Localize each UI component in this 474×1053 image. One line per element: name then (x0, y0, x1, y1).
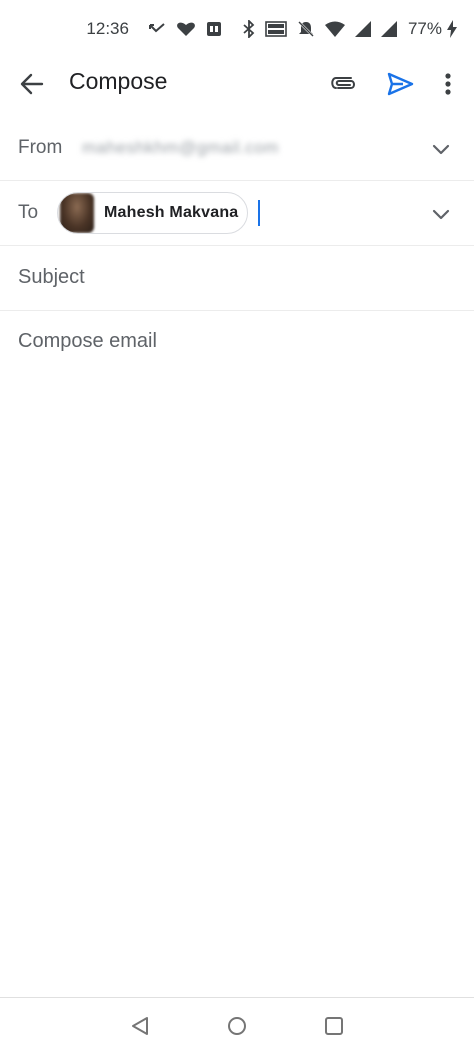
from-email[interactable]: maheshkhm@gmail.com (82, 138, 279, 158)
subject-input[interactable]: Subject (18, 266, 438, 289)
subject-row: Subject (0, 246, 474, 311)
nav-recents-icon[interactable] (322, 1014, 346, 1038)
from-row[interactable]: From maheshkhm@gmail.com (0, 116, 474, 181)
heart-icon (176, 21, 196, 37)
navigation-bar (0, 997, 474, 1053)
from-label: From (18, 137, 63, 158)
avatar (60, 193, 94, 233)
notifications-off-icon (297, 20, 315, 38)
send-icon[interactable] (385, 69, 415, 99)
recipient-chip[interactable]: Mahesh Makvana (57, 192, 248, 234)
text-cursor (258, 200, 260, 226)
page-title: Compose (69, 68, 168, 94)
nav-back-icon[interactable] (128, 1014, 152, 1038)
signal-icon (354, 21, 371, 37)
battery-percent: 77% (407, 19, 442, 38)
compose-body-input[interactable]: Compose email (18, 330, 448, 353)
charging-icon (446, 20, 458, 38)
to-row[interactable]: To Mahesh Makvana (0, 181, 474, 246)
status-time: 12:36 (86, 19, 129, 38)
compose-screen: 12:36 77% Compose From maheshkhm@gmail.c… (0, 0, 474, 1053)
more-vert-icon[interactable] (437, 69, 459, 99)
status-bar: 12:36 77% (0, 0, 474, 58)
chevron-down-icon[interactable] (428, 201, 454, 227)
volte-icon (265, 21, 287, 37)
wifi-icon (324, 21, 345, 37)
media-icon (206, 21, 222, 37)
signal-icon-2 (380, 21, 397, 37)
back-arrow-icon[interactable] (18, 70, 46, 98)
recipient-name: Mahesh Makvana (104, 204, 239, 221)
to-label: To (18, 202, 39, 223)
bluetooth-icon (243, 20, 255, 38)
app-bar: Compose (0, 58, 474, 110)
attachment-icon[interactable] (330, 69, 360, 99)
missed-call-icon (148, 22, 166, 36)
nav-home-icon[interactable] (225, 1014, 249, 1038)
chevron-down-icon[interactable] (428, 136, 454, 162)
